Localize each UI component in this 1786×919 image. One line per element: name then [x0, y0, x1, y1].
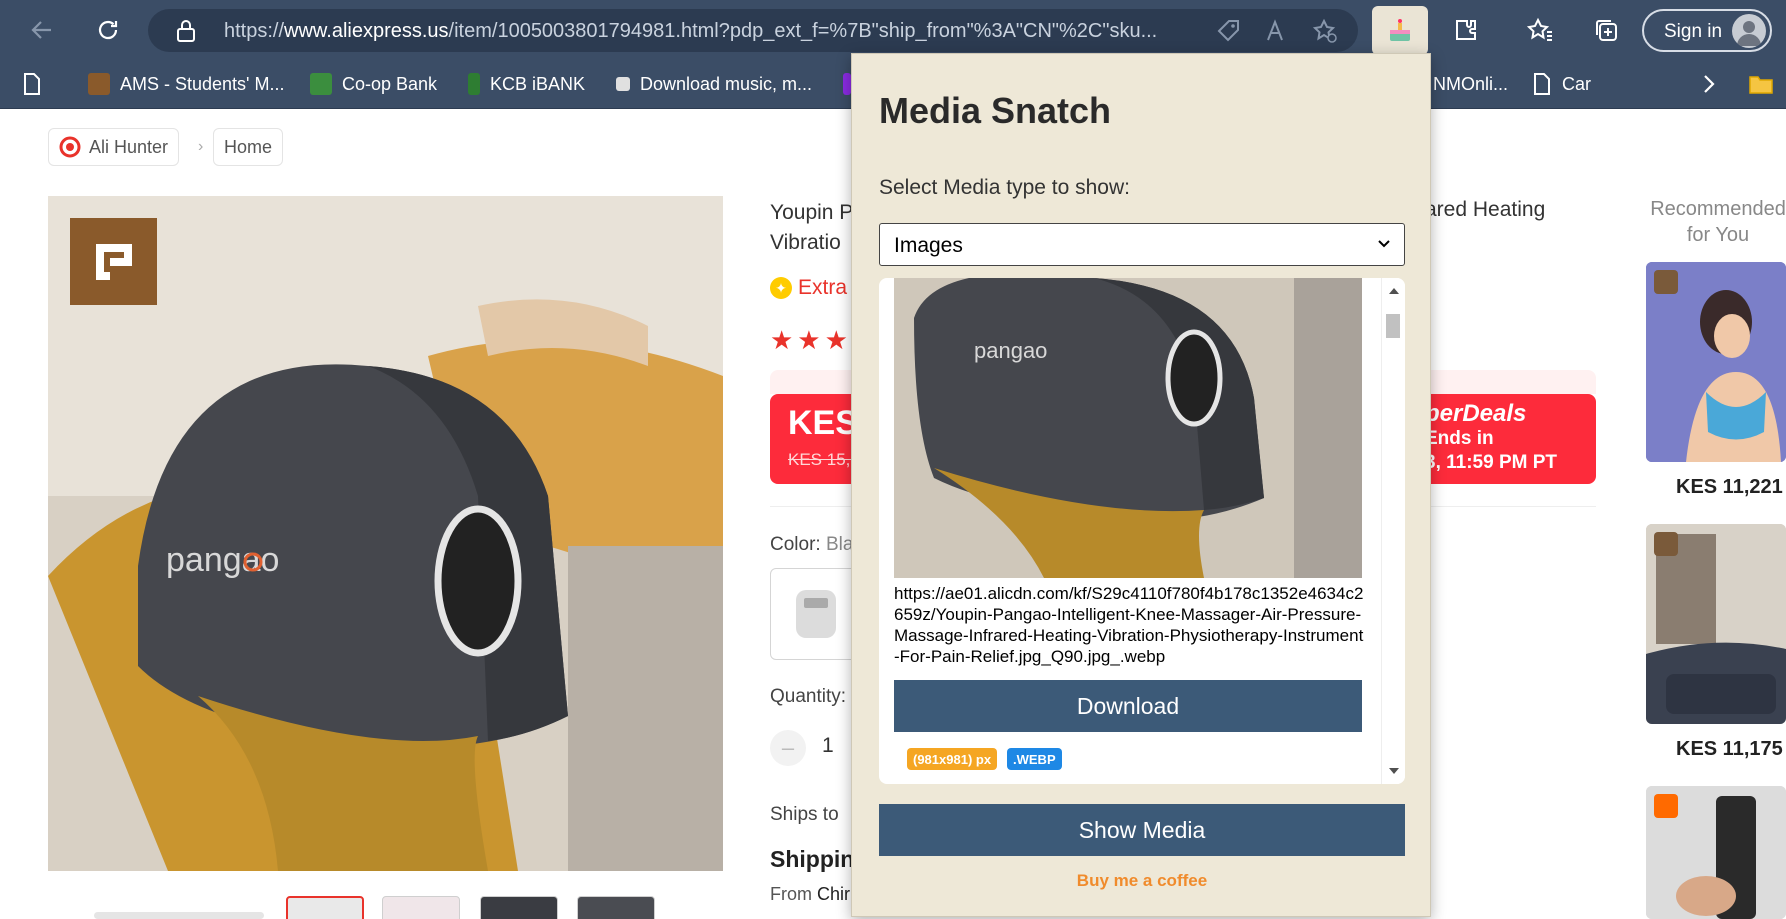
refresh-icon — [98, 20, 118, 40]
address-bar[interactable]: https://www.aliexpress.us/item/100500380… — [148, 9, 1358, 52]
favorite-ams[interactable]: AMS - Students' M... — [88, 69, 285, 99]
media-snatch-popup: Media Snatch Select Media type to show: … — [851, 53, 1431, 917]
sign-in-button[interactable]: Sign in — [1642, 9, 1772, 52]
youpin-badge-icon — [1654, 270, 1678, 294]
coop-bank-icon — [310, 73, 332, 95]
media-type-label: Select Media type to show: — [879, 176, 1130, 199]
favorite-car[interactable]: Car — [1532, 69, 1591, 99]
shipping-heading: Shippin — [770, 846, 855, 872]
collections-icon[interactable] — [1590, 14, 1622, 46]
rating-stars: ★★★ — [770, 325, 852, 355]
current-price: KES — [788, 404, 858, 442]
product-main-image[interactable]: pangao — [48, 196, 723, 871]
product-title-continued: ared Heating — [1425, 198, 1546, 221]
recommended-item-1-image[interactable] — [1646, 262, 1786, 462]
recommended-item-3-image[interactable] — [1646, 786, 1786, 919]
extra-discount-label: ✦ Extra — [770, 276, 847, 300]
refresh-button[interactable] — [90, 12, 126, 48]
thumbnail-2[interactable] — [382, 896, 460, 919]
avatar-icon — [1732, 14, 1766, 48]
svg-text:pangao: pangao — [974, 338, 1047, 363]
extensions-icon[interactable] — [1450, 14, 1482, 46]
scrollbar-thumb[interactable] — [1386, 314, 1400, 338]
youpin-logo-icon — [70, 218, 157, 305]
pangao-logo-text: pangao — [166, 541, 279, 579]
media-preview-image: pangao — [894, 278, 1362, 578]
chevron-down-icon — [1378, 240, 1390, 248]
scroll-up-icon[interactable] — [1388, 286, 1400, 296]
original-price: KES 15,0 — [788, 450, 860, 469]
color-swatch-black[interactable] — [770, 568, 862, 660]
quantity-decrease-button[interactable]: – — [770, 730, 806, 766]
thumbnail-1[interactable] — [286, 896, 364, 919]
show-media-button[interactable]: Show Media — [879, 804, 1405, 856]
quantity-value[interactable]: 1 — [822, 734, 834, 758]
kcb-icon — [468, 73, 480, 95]
quantity-label: Quantity: — [770, 686, 847, 707]
url-text[interactable]: https://www.aliexpress.us/item/100500380… — [224, 20, 1224, 43]
breadcrumb-separator: › — [198, 138, 204, 155]
product-title: Youpin P Vibratio — [770, 201, 854, 254]
favorite-nmonline[interactable]: NMOnli... — [1433, 69, 1508, 99]
recommended-item-2-price[interactable]: KES 11,175 — [1676, 738, 1783, 761]
media-url-text[interactable]: https://ae01.alicdn.com/kf/S29c4110f780f… — [894, 583, 1364, 667]
buy-me-a-coffee-link[interactable]: Buy me a coffee — [852, 871, 1432, 891]
favorite-kcb-ibank[interactable]: KCB iBANK — [468, 69, 585, 99]
ams-icon — [88, 73, 110, 95]
thumbnail-3[interactable] — [480, 896, 558, 919]
ships-to-label: Ships to — [770, 804, 839, 825]
coin-icon: ✦ — [770, 277, 792, 299]
favorite-page-icon[interactable] — [22, 69, 42, 99]
purple-site-icon — [843, 73, 851, 95]
media-list-panel[interactable]: pangao https://ae01.alicdn.com/kf/S29c41… — [879, 278, 1405, 784]
tag-icon[interactable] — [1216, 18, 1242, 44]
ends-in-label: Ends in — [1425, 428, 1494, 449]
lock-icon — [177, 20, 195, 42]
browser-toolbar: https://www.aliexpress.us/item/100500380… — [0, 0, 1786, 61]
cake-icon — [1390, 19, 1410, 41]
recommended-item-1-price[interactable]: KES 11,221 — [1676, 476, 1783, 499]
favorite-coop-bank[interactable]: Co-op Bank — [310, 69, 437, 99]
media-list-scrollbar[interactable] — [1381, 278, 1405, 784]
xiaomi-badge-icon — [1654, 794, 1678, 818]
other-favorites-folder-icon[interactable] — [1748, 69, 1774, 99]
media-snatch-extension-button[interactable] — [1372, 6, 1428, 55]
thumbnail-scroll-indicator — [94, 912, 264, 919]
superdeals-label: perDeals — [1425, 400, 1527, 427]
image-format-badge: .WEBP — [1007, 748, 1062, 770]
read-aloud-icon[interactable] — [1264, 18, 1290, 44]
favorite-purple-site[interactable] — [843, 69, 851, 99]
breadcrumb-home[interactable]: Home — [213, 128, 284, 166]
popup-title: Media Snatch — [879, 90, 1112, 131]
youpin-badge-icon — [1654, 532, 1678, 556]
sign-in-label: Sign in — [1664, 21, 1723, 42]
recommended-heading: Recommended for You — [1650, 198, 1786, 246]
add-favorite-icon[interactable] — [1312, 18, 1338, 44]
back-arrow-icon — [31, 21, 51, 39]
recommended-item-2-image[interactable] — [1646, 524, 1786, 724]
page-icon — [1534, 73, 1550, 95]
favorites-overflow-chevron-icon[interactable] — [1700, 69, 1718, 99]
favorites-icon[interactable] — [1524, 14, 1556, 46]
favorite-download-music[interactable]: Download music, m... — [616, 69, 812, 99]
music-site-icon — [616, 77, 630, 91]
ali-hunter-logo-icon — [59, 136, 81, 158]
image-size-badge: (981x981) px — [907, 748, 998, 770]
back-button[interactable] — [24, 12, 60, 48]
ships-from-label: From Chir — [770, 884, 851, 904]
media-type-selected-value: Images — [894, 234, 963, 257]
scroll-down-icon[interactable] — [1388, 766, 1400, 776]
color-label: Color: Bla — [770, 534, 854, 555]
breadcrumb-ali-hunter[interactable]: Ali Hunter — [48, 128, 180, 166]
deal-end-time: 3, 11:59 PM PT — [1425, 452, 1558, 473]
thumbnail-4[interactable] — [577, 896, 655, 919]
download-button[interactable]: Download — [894, 680, 1362, 732]
media-type-select[interactable]: Images — [879, 223, 1405, 266]
